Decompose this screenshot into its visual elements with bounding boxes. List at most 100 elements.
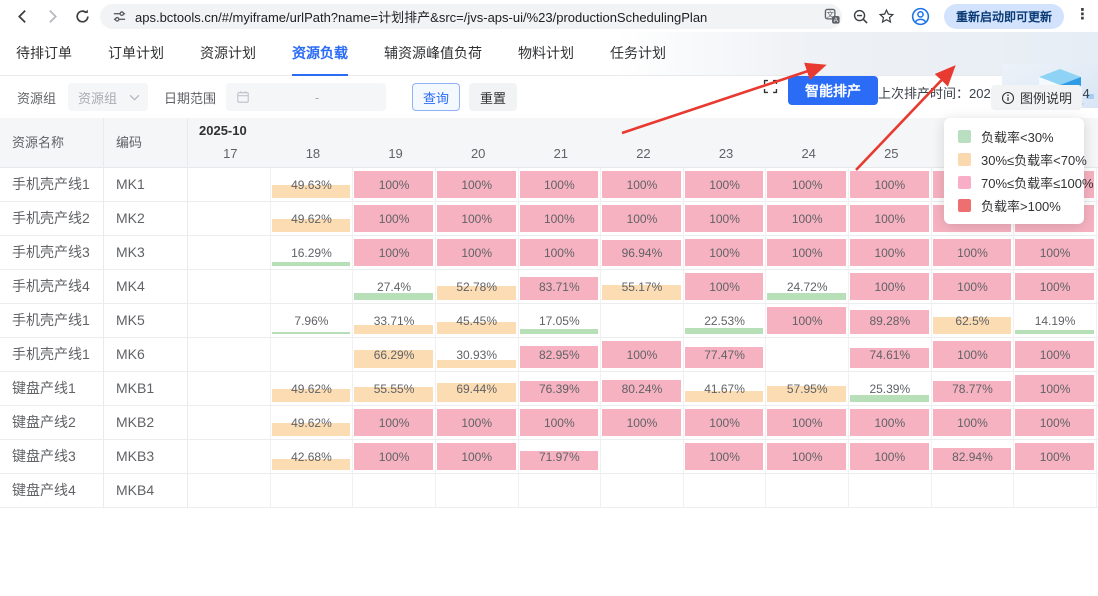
- load-cell[interactable]: 100%: [766, 202, 849, 235]
- load-cell[interactable]: 49.63%: [271, 168, 354, 201]
- load-cell[interactable]: [188, 406, 271, 439]
- load-cell[interactable]: 100%: [601, 202, 684, 235]
- tab-6[interactable]: 任务计划: [610, 32, 666, 76]
- load-cell[interactable]: 100%: [436, 440, 519, 473]
- load-cell[interactable]: 52.78%: [436, 270, 519, 303]
- tab-4[interactable]: 辅资源峰值负荷: [384, 32, 482, 76]
- tab-1[interactable]: 订单计划: [108, 32, 164, 76]
- load-cell[interactable]: 22.53%: [684, 304, 767, 337]
- zoom-out-icon[interactable]: [848, 4, 872, 28]
- load-cell[interactable]: 100%: [684, 440, 767, 473]
- load-cell[interactable]: 100%: [849, 440, 932, 473]
- load-cell[interactable]: 7.96%: [271, 304, 354, 337]
- load-cell[interactable]: 96.94%: [601, 236, 684, 269]
- load-cell[interactable]: 55.17%: [601, 270, 684, 303]
- load-cell[interactable]: [353, 474, 436, 507]
- load-cell[interactable]: 100%: [1014, 270, 1097, 303]
- load-cell[interactable]: 100%: [849, 270, 932, 303]
- load-cell[interactable]: 100%: [932, 270, 1015, 303]
- load-cell[interactable]: [601, 440, 684, 473]
- smart-schedule-button[interactable]: 智能排产: [788, 76, 878, 105]
- load-cell[interactable]: 100%: [353, 406, 436, 439]
- reload-icon[interactable]: [70, 4, 94, 28]
- reset-button[interactable]: 重置: [469, 83, 517, 111]
- load-cell[interactable]: [188, 304, 271, 337]
- load-cell[interactable]: 24.72%: [766, 270, 849, 303]
- load-cell[interactable]: 100%: [436, 406, 519, 439]
- load-cell[interactable]: [188, 168, 271, 201]
- load-cell[interactable]: 100%: [353, 236, 436, 269]
- load-cell[interactable]: 100%: [1014, 440, 1097, 473]
- load-cell[interactable]: 100%: [766, 304, 849, 337]
- load-cell[interactable]: 80.24%: [601, 372, 684, 405]
- load-cell[interactable]: 49.62%: [271, 202, 354, 235]
- load-cell[interactable]: [601, 304, 684, 337]
- load-cell[interactable]: 100%: [932, 338, 1015, 371]
- load-cell[interactable]: [188, 236, 271, 269]
- load-cell[interactable]: 100%: [519, 236, 602, 269]
- load-cell[interactable]: 100%: [436, 168, 519, 201]
- load-cell[interactable]: 100%: [1014, 236, 1097, 269]
- load-cell[interactable]: 100%: [519, 406, 602, 439]
- search-button[interactable]: 查询: [412, 83, 460, 111]
- load-cell[interactable]: 100%: [766, 440, 849, 473]
- load-cell[interactable]: 100%: [353, 202, 436, 235]
- load-cell[interactable]: 69.44%: [436, 372, 519, 405]
- load-cell[interactable]: 100%: [849, 236, 932, 269]
- load-cell[interactable]: 76.39%: [519, 372, 602, 405]
- back-icon[interactable]: [10, 4, 34, 28]
- load-cell[interactable]: 49.62%: [271, 372, 354, 405]
- load-cell[interactable]: 100%: [684, 236, 767, 269]
- resource-group-select[interactable]: 资源组: [68, 83, 148, 111]
- load-cell[interactable]: 89.28%: [849, 304, 932, 337]
- load-cell[interactable]: 83.71%: [519, 270, 602, 303]
- load-cell[interactable]: 100%: [684, 270, 767, 303]
- load-cell[interactable]: 100%: [766, 236, 849, 269]
- load-cell[interactable]: 100%: [932, 406, 1015, 439]
- load-cell[interactable]: 49.62%: [271, 406, 354, 439]
- load-cell[interactable]: 82.95%: [519, 338, 602, 371]
- load-cell[interactable]: 100%: [601, 338, 684, 371]
- load-cell[interactable]: 100%: [849, 168, 932, 201]
- load-cell[interactable]: 100%: [766, 168, 849, 201]
- load-cell[interactable]: 30.93%: [436, 338, 519, 371]
- legend-toggle-button[interactable]: 图例说明: [991, 85, 1082, 110]
- load-cell[interactable]: 100%: [601, 406, 684, 439]
- load-cell[interactable]: 77.47%: [684, 338, 767, 371]
- load-cell[interactable]: 82.94%: [932, 440, 1015, 473]
- load-cell[interactable]: 100%: [436, 236, 519, 269]
- fullscreen-icon[interactable]: [762, 78, 779, 100]
- load-cell[interactable]: [766, 338, 849, 371]
- load-cell[interactable]: 66.29%: [353, 338, 436, 371]
- load-cell[interactable]: 100%: [519, 168, 602, 201]
- load-cell[interactable]: [1014, 474, 1097, 507]
- load-cell[interactable]: 17.05%: [519, 304, 602, 337]
- forward-icon[interactable]: [40, 4, 64, 28]
- load-cell[interactable]: 45.45%: [436, 304, 519, 337]
- load-cell[interactable]: 16.29%: [271, 236, 354, 269]
- load-cell[interactable]: 100%: [849, 406, 932, 439]
- load-cell[interactable]: [932, 474, 1015, 507]
- tab-2[interactable]: 资源计划: [200, 32, 256, 76]
- load-cell[interactable]: 62.5%: [932, 304, 1015, 337]
- url-bar[interactable]: aps.bctools.cn/#/myiframe/urlPath?name=计…: [100, 4, 842, 29]
- load-cell[interactable]: 41.67%: [684, 372, 767, 405]
- site-settings-icon[interactable]: [112, 9, 127, 24]
- browser-menu-icon[interactable]: ⋮: [1075, 5, 1090, 23]
- load-cell[interactable]: [188, 270, 271, 303]
- load-cell[interactable]: 55.55%: [353, 372, 436, 405]
- load-cell[interactable]: 74.61%: [849, 338, 932, 371]
- load-cell[interactable]: 27.4%: [353, 270, 436, 303]
- load-cell[interactable]: 100%: [1014, 406, 1097, 439]
- load-cell[interactable]: 100%: [932, 236, 1015, 269]
- date-range-input[interactable]: -: [226, 83, 386, 111]
- load-cell[interactable]: [519, 474, 602, 507]
- load-cell[interactable]: 14.19%: [1014, 304, 1097, 337]
- translate-icon[interactable]: 文A: [820, 4, 844, 28]
- load-cell[interactable]: [271, 270, 354, 303]
- load-cell[interactable]: [188, 202, 271, 235]
- load-cell[interactable]: [601, 474, 684, 507]
- load-cell[interactable]: [271, 338, 354, 371]
- tab-3[interactable]: 资源负载: [292, 32, 348, 76]
- load-cell[interactable]: 100%: [849, 202, 932, 235]
